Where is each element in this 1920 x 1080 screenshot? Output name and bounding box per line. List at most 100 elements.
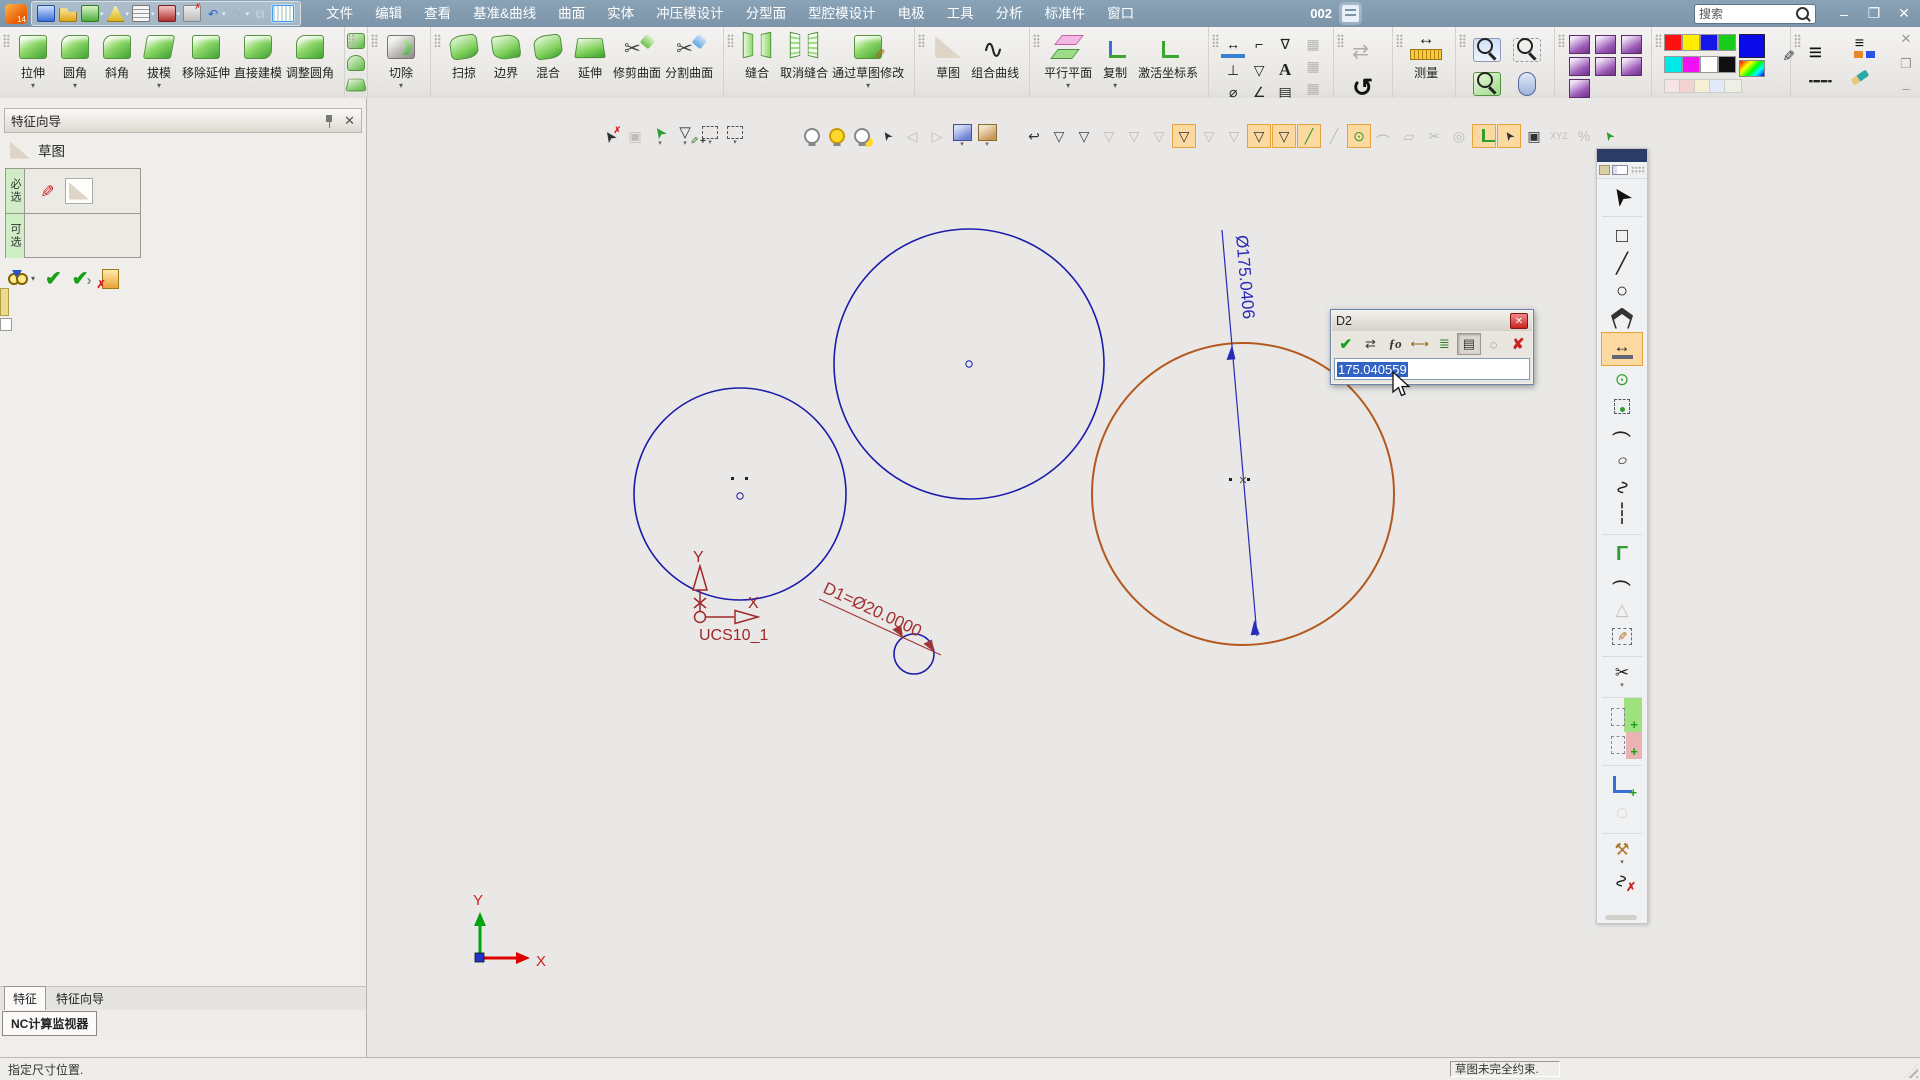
selection-tool-button[interactable]: ▽▾ [673,124,697,148]
dialog-title-bar[interactable]: D2 ✕ [1332,311,1532,331]
panel-close-icon[interactable]: ✕ [344,113,355,129]
sketch-tool-button[interactable]: ∿ [1602,474,1642,501]
ribbon-button[interactable]: 草图 [929,31,967,90]
zoom-icon[interactable] [1473,72,1501,96]
dimension-tool-icon[interactable]: ∠ [1247,82,1271,99]
display-tool-button[interactable]: ▾ [950,124,974,148]
sketch-state-button[interactable]: ✂ [1422,124,1446,148]
dropdown-arrow-icon[interactable]: ▾ [126,10,130,18]
sketch-tool-button[interactable] [1602,697,1642,732]
pin-icon[interactable] [324,114,334,128]
dialog-tool-button[interactable]: ⇄ [1359,333,1383,355]
dropdown-arrow-icon[interactable]: ▾ [177,10,181,18]
dropdown-arrow-icon[interactable]: ▾ [866,81,870,90]
line-style-icon[interactable] [1849,39,1875,61]
dimension-tool-icon[interactable]: ▽ [1247,60,1271,80]
nc-monitor-button[interactable]: NC计算监视器 [2,1011,97,1036]
quick-access-button[interactable]: ▾ [107,5,130,22]
dropdown-arrow-icon[interactable]: ▾ [246,10,250,18]
revolve-icon[interactable] [347,33,365,49]
ribbon-button[interactable]: 拉伸 ▾ [14,31,52,90]
line-style-icon[interactable] [1809,73,1835,95]
ribbon-button[interactable]: 组合曲线 [971,31,1019,90]
sketch-tool-button[interactable]: △ [1602,596,1642,623]
dimension-tool-icon[interactable]: ⊥ [1221,60,1245,80]
sketch-tool-button[interactable]: ⚒▾ [1602,833,1642,868]
menu-item[interactable]: 分型面 [735,0,798,27]
sketch-state-button[interactable]: ▽ [1272,124,1296,148]
ribbon-button[interactable]: 移除延伸 [182,31,230,90]
line-style-icon[interactable] [1849,73,1875,95]
sketch-tool-button[interactable]: ( [1602,420,1642,447]
dimension-tool-icon[interactable]: ▤ [1273,82,1297,99]
sketch-tool-button[interactable] [1602,305,1642,332]
menu-item[interactable]: 实体 [596,0,645,27]
dropdown-arrow-icon[interactable]: ▾ [73,81,77,90]
dialog-tool-button[interactable]: ✘ [1506,333,1530,355]
palette-swatch-icon[interactable] [1599,165,1610,175]
sketch-state-button[interactable]: ▽ [1047,124,1071,148]
sketch-state-button[interactable]: ▽ [1197,124,1221,148]
color-swatch[interactable] [1718,34,1736,51]
sketch-state-button[interactable]: ⊙ [1347,124,1371,148]
selection-tool-button[interactable]: ➤ [598,124,622,148]
document-icon[interactable] [1342,5,1359,22]
quick-access-button[interactable] [59,5,78,22]
ribbon-button[interactable]: 调整圆角 [286,31,334,90]
tab-feature[interactable]: 特征 [4,986,46,1010]
menu-item[interactable]: 文件 [315,0,364,27]
zoom-icon[interactable] [1473,38,1501,62]
sketch-tool-button[interactable]: ╱ [1602,251,1642,278]
quick-access-button[interactable]: ⧉ [252,6,269,21]
quick-access-button[interactable] [37,5,56,22]
slab-feature-icon[interactable] [345,79,367,92]
drawing-canvas[interactable] [367,98,1920,1058]
sketch-tool-button[interactable] [1602,732,1642,759]
close-button[interactable]: ✕ [1890,4,1918,24]
menu-item[interactable]: 标准件 [1034,0,1097,27]
dimension-tool-icon[interactable]: ∇ [1273,34,1297,54]
sketch-tool-button[interactable]: ∿ [1602,868,1642,895]
display-tool-button[interactable] [825,124,849,148]
dimension-tool-icon[interactable]: ⌀ [1221,82,1245,99]
view-cube-icon[interactable] [1595,35,1616,54]
dialog-tool-button[interactable]: ƒo [1383,333,1407,355]
menu-item[interactable]: 查看 [413,0,462,27]
redefine-sketch-icon[interactable]: ✎ [33,179,59,203]
palette-pages-icon[interactable] [1612,165,1628,175]
quick-access-button[interactable]: ▾ [81,5,104,22]
dropdown-arrow-icon[interactable]: ▾ [399,81,403,90]
collapsed-panel-handle[interactable] [0,288,12,331]
color-swatch[interactable] [1664,34,1682,51]
menu-item[interactable]: 分析 [985,0,1034,27]
selection-tool-button[interactable]: ▣ [623,124,647,148]
view-cube-icon[interactable] [1595,57,1616,76]
dimension-value-input[interactable]: 175.040559 [1334,358,1530,380]
sketch-tool-button[interactable]: ➤ [1602,183,1642,210]
preview-button[interactable]: ▾ [8,273,35,285]
view-cube-icon[interactable] [1621,57,1642,76]
menu-item[interactable]: 工具 [936,0,985,27]
ribbon-button[interactable]: 通过草图修改 ▾ [832,31,904,90]
sketch-tool-button[interactable]: ○ [1602,278,1642,305]
color-swatch[interactable] [1700,56,1718,73]
sketch-tool-button[interactable]: ( [1602,569,1642,596]
display-tool-button[interactable] [850,124,874,148]
sketch-state-button[interactable]: ( [1372,124,1396,148]
ribbon-button[interactable]: 平行平面 ▾ [1044,31,1092,90]
minimize-button[interactable]: – [1830,4,1858,24]
resize-grip[interactable] [1904,1064,1918,1078]
sketch-tool-button[interactable]: ⊙ [1602,366,1642,393]
sketch-state-button[interactable]: ▽ [1072,124,1096,148]
menu-item[interactable]: 型腔模设计 [797,0,887,27]
tab-feature-wizard[interactable]: 特征向导 [48,987,112,1010]
quick-access-button[interactable] [272,5,295,22]
color-swatch[interactable] [1700,34,1718,51]
sketch-tool-button[interactable]: □ [1602,216,1642,251]
selection-tool-button[interactable]: ➤▾ [648,124,672,148]
sketch-tool-button[interactable] [1602,393,1642,420]
display-tool-button[interactable]: ▷ [925,124,949,148]
ribbon-button[interactable]: 复制 ▾ [1096,31,1134,90]
sketch-state-button[interactable]: ▽ [1247,124,1271,148]
dialog-tool-button[interactable]: ✔ [1334,333,1358,355]
